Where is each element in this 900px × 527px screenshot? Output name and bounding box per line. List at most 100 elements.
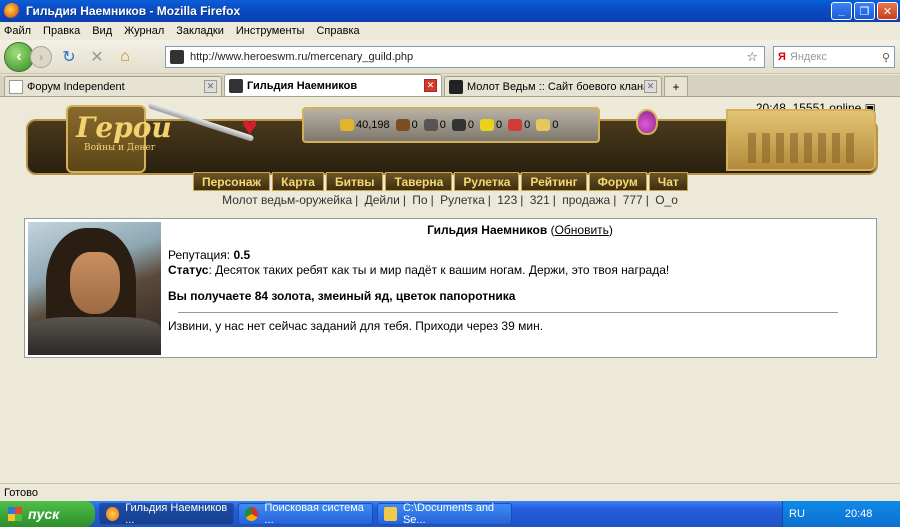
firefox-icon [4, 3, 20, 19]
window-title: Гильдия Наемников - Mozilla Firefox [26, 4, 241, 18]
maximize-button[interactable]: ❐ [854, 2, 875, 20]
resources-panel: 40,198 0 0 0 0 0 0 [302, 107, 600, 143]
start-button[interactable]: пуск [0, 501, 95, 527]
wood-resource: 0 [395, 119, 418, 131]
url-text: http://www.heroeswm.ru/mercenary_guild.p… [190, 51, 414, 63]
url-bar[interactable]: http://www.heroeswm.ru/mercenary_guild.p… [165, 46, 765, 68]
site-favicon-icon [229, 78, 243, 93]
status-bar: Готово [0, 483, 900, 501]
reputation-value: 0.5 [233, 248, 251, 262]
menu-history[interactable]: Журнал [124, 25, 164, 37]
chrome-icon [245, 507, 259, 521]
folder-icon [384, 507, 397, 521]
forward-button[interactable]: › [30, 45, 52, 68]
menu-view[interactable]: Вид [92, 25, 112, 37]
reputation-row: Репутация: 0.5 [168, 248, 251, 262]
mana-potion-icon [636, 109, 658, 135]
mercenary-avatar [28, 222, 161, 355]
wood-icon [395, 119, 410, 131]
menu-bar: Файл Правка Вид Журнал Закладки Инструме… [0, 22, 900, 40]
tab-mercenary-guild[interactable]: Гильдия Наемников ✕ [224, 74, 442, 96]
ore-icon [423, 119, 438, 131]
tab-bar: Форум Independent ✕ Гильдия Наемников ✕ … [0, 74, 900, 97]
minimize-button[interactable]: _ [831, 2, 852, 20]
menu-character[interactable]: Персонаж [193, 172, 271, 191]
tab-clan-site[interactable]: Молот Ведьм :: Сайт боевого клана ... ✕ [444, 76, 662, 96]
tab-forum[interactable]: Форум Independent ✕ [4, 76, 222, 96]
taskbar-item-chrome[interactable]: Поисковая система ... [238, 502, 373, 526]
reload-icon[interactable]: ↻ [58, 46, 80, 68]
bookmark-star-icon[interactable]: ☆ [746, 49, 758, 65]
language-indicator[interactable]: RU [789, 508, 805, 520]
menu-tools[interactable]: Инструменты [236, 25, 305, 37]
menu-chat[interactable]: Чат [648, 172, 688, 191]
stop-icon[interactable]: ✕ [86, 46, 108, 68]
mercury-icon [451, 119, 466, 131]
quick-link[interactable]: 123 [497, 193, 517, 207]
reward-text: Вы получаете 84 золота, змеиный яд, цвет… [168, 289, 516, 303]
game-menu: Персонаж Карта Битвы Таверна Рулетка Рей… [193, 172, 690, 191]
menu-tavern[interactable]: Таверна [385, 172, 453, 191]
menu-map[interactable]: Карта [272, 172, 324, 191]
search-icon[interactable]: ⚲ [882, 51, 890, 64]
page-content: 20:48, 15551 online ▣ Герои Войны и Дене… [0, 97, 900, 483]
game-logo[interactable]: Герои [76, 111, 172, 144]
quick-link[interactable]: 321 [530, 193, 550, 207]
castle-image [726, 109, 876, 171]
menu-rating[interactable]: Рейтинг [521, 172, 587, 191]
tab-close-icon[interactable]: ✕ [644, 80, 657, 93]
gold-icon [340, 119, 354, 131]
ore-resource: 0 [423, 119, 446, 131]
firefox-icon [106, 507, 120, 521]
guild-panel: Гильдия Наемников (Обновить) Репутация: … [24, 218, 877, 358]
status-row: Статус: Десяток таких ребят как ты и мир… [168, 263, 670, 277]
no-task-text: Извини, у нас нет сейчас заданий для теб… [168, 319, 544, 333]
menu-forum[interactable]: Форум [588, 172, 647, 191]
gold-resource: 40,198 [340, 119, 390, 131]
sulfur-resource: 0 [480, 119, 502, 131]
divider [178, 312, 838, 313]
quick-link[interactable]: По [412, 193, 427, 207]
sulfur-icon [480, 119, 495, 131]
quick-link[interactable]: Дейли [365, 193, 400, 207]
crystal-icon [508, 119, 523, 131]
menu-edit[interactable]: Правка [43, 25, 80, 37]
menu-bookmarks[interactable]: Закладки [176, 25, 224, 37]
site-favicon-icon [170, 50, 184, 64]
yandex-icon[interactable]: Я [778, 51, 786, 63]
taskbar: пуск Гильдия Наемников ... Поисковая сис… [0, 501, 900, 527]
search-input[interactable]: Я Яндекс ⚲ [773, 46, 895, 68]
menu-help[interactable]: Справка [316, 25, 359, 37]
gems-icon [536, 119, 551, 131]
taskbar-item-explorer[interactable]: C:\Documents and Se... [377, 502, 512, 526]
system-tray: RU 20:48 [782, 501, 900, 527]
quick-link[interactable]: Молот ведьм-оружейка [222, 193, 352, 207]
windows-flag-icon [8, 507, 22, 521]
menu-battles[interactable]: Битвы [325, 172, 384, 191]
page-icon [9, 79, 23, 94]
tab-close-icon[interactable]: ✕ [424, 79, 437, 92]
clan-favicon-icon [449, 79, 463, 94]
menu-roulette[interactable]: Рулетка [454, 172, 520, 191]
tab-close-icon[interactable]: ✕ [204, 80, 217, 93]
taskbar-item-firefox[interactable]: Гильдия Наемников ... [99, 502, 234, 526]
quick-links: Молот ведьм-оружейка | Дейли | По | Рулетка… [222, 193, 678, 207]
menu-file[interactable]: Файл [4, 25, 31, 37]
quick-link[interactable]: продажа [562, 193, 610, 207]
quick-link[interactable]: O_o [655, 193, 678, 207]
refresh-link[interactable]: Обновить [555, 223, 609, 237]
search-placeholder: Яндекс [789, 51, 827, 63]
guild-title: Гильдия Наемников (Обновить) [427, 223, 613, 237]
mercury-resource: 0 [451, 119, 474, 131]
clock: 20:48 [844, 508, 873, 520]
home-icon[interactable]: ⌂ [114, 46, 136, 68]
window-titlebar: Гильдия Наемников - Mozilla Firefox _ ❐ … [0, 0, 900, 22]
quick-link[interactable]: Рулетка [440, 193, 485, 207]
navigation-toolbar: ‹ › ↻ ✕ ⌂ http://www.heroeswm.ru/mercena… [0, 40, 900, 74]
close-button[interactable]: ✕ [877, 2, 898, 20]
health-heart-icon: ♥ [242, 111, 258, 141]
guild-info: Гильдия Наемников (Обновить) Репутация: … [168, 223, 872, 333]
quick-link[interactable]: 777 [623, 193, 643, 207]
gems-resource: 0 [536, 119, 558, 131]
new-tab-button[interactable]: + [664, 76, 688, 96]
